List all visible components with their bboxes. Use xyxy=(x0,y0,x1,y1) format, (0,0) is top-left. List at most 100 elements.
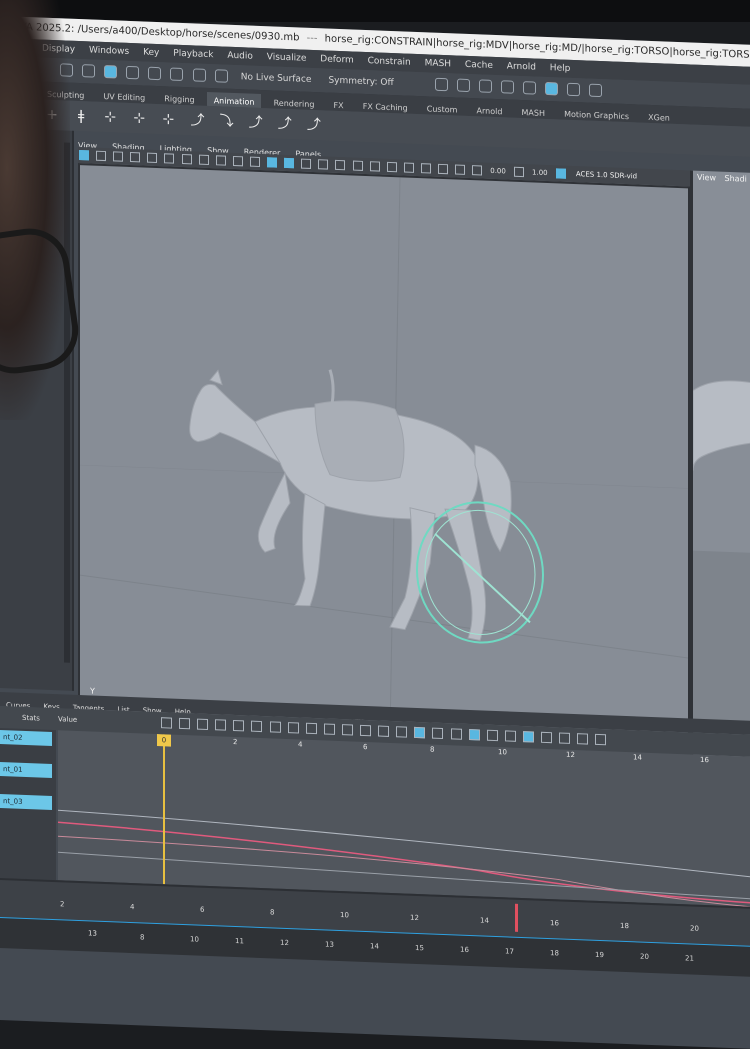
ghost-icon[interactable]: ⤵ xyxy=(218,112,236,131)
menu-deform[interactable]: Deform xyxy=(320,50,353,69)
post-infinity-icon[interactable] xyxy=(559,732,571,744)
menu-key[interactable]: Key xyxy=(143,43,159,62)
outliner-item-nt-03[interactable]: nt_03 xyxy=(0,794,52,810)
free-weight-icon[interactable] xyxy=(486,729,498,742)
set-key-scale-icon[interactable]: ⊹ xyxy=(159,110,177,129)
menu-windows[interactable]: Windows xyxy=(89,41,129,61)
menu-arnold[interactable]: Arnold xyxy=(507,57,536,76)
break-tangent-icon[interactable] xyxy=(450,728,462,740)
dope-sheet-icon[interactable] xyxy=(577,733,589,745)
move-key-icon[interactable] xyxy=(161,717,172,729)
trax-editor-icon[interactable] xyxy=(595,733,607,746)
motion-trail-icon[interactable]: ⤴ xyxy=(188,111,206,130)
safe-action-icon[interactable] xyxy=(232,155,243,167)
outliner-item-spacer-2[interactable] xyxy=(0,778,52,794)
trax-icon[interactable]: ⤴ xyxy=(305,116,323,135)
grid-icon[interactable] xyxy=(147,152,158,164)
xray-icon[interactable] xyxy=(437,163,448,175)
wireframe-icon[interactable] xyxy=(249,156,260,167)
light-editor-icon[interactable] xyxy=(567,82,581,97)
retime-tool-icon[interactable] xyxy=(233,719,245,732)
resolution-gate-icon[interactable] xyxy=(181,153,192,165)
render-icon[interactable] xyxy=(434,77,448,92)
gamma-icon[interactable] xyxy=(513,166,524,178)
menu-audio[interactable]: Audio xyxy=(227,47,253,66)
snap-grid-icon[interactable] xyxy=(126,65,140,80)
anti-alias-icon[interactable] xyxy=(386,161,397,173)
motion-path-icon[interactable]: ⤴ xyxy=(276,115,294,134)
normalize-icon[interactable] xyxy=(522,731,534,743)
camera-select-icon[interactable] xyxy=(79,150,89,161)
magnet-icon[interactable] xyxy=(214,69,228,83)
buffer-curve-icon[interactable] xyxy=(432,727,444,740)
linear-tangent-icon[interactable] xyxy=(360,724,372,737)
depth-of-field-icon[interactable] xyxy=(403,162,414,173)
horse-model[interactable] xyxy=(189,364,512,642)
curve-translate-y[interactable] xyxy=(58,809,750,878)
ambient-occlusion-icon[interactable] xyxy=(352,160,363,171)
pause-icon[interactable] xyxy=(589,83,603,98)
set-key-translate-icon[interactable]: ⊹ xyxy=(101,108,119,127)
perspective-viewport[interactable]: persp Y xyxy=(78,162,690,743)
shadows-icon[interactable] xyxy=(335,159,346,171)
exposure-value[interactable]: 0.00 xyxy=(490,163,506,180)
plateau-tangent-icon[interactable] xyxy=(414,726,426,739)
menu-constrain[interactable]: Constrain xyxy=(368,52,411,72)
lasso-tool-icon[interactable] xyxy=(82,64,96,78)
insert-key-icon[interactable] xyxy=(179,717,191,730)
wireframe-on-shaded-icon[interactable] xyxy=(284,157,295,169)
motion-blur-icon[interactable] xyxy=(369,161,380,172)
set-breakdown-icon[interactable]: ǂ xyxy=(72,107,90,126)
graph-editor-canvas[interactable]: 2 4 6 8 10 12 14 16 0 xyxy=(58,730,750,907)
arnold-render-icon[interactable] xyxy=(545,81,559,96)
time-slider-playhead[interactable] xyxy=(515,903,518,932)
textured-icon[interactable] xyxy=(301,158,312,169)
menu-help[interactable]: Help xyxy=(550,59,571,78)
frame-all-icon[interactable] xyxy=(251,720,263,733)
frame-playback-icon[interactable] xyxy=(269,721,281,733)
color-management-icon[interactable] xyxy=(555,168,566,179)
field-chart-icon[interactable] xyxy=(215,155,226,166)
menu-mash[interactable]: MASH xyxy=(425,54,451,73)
auto-tangent-icon[interactable] xyxy=(305,722,317,735)
flat-tangent-icon[interactable] xyxy=(378,725,390,737)
path-animation-icon[interactable]: ⤴ xyxy=(247,113,265,132)
gamma-value[interactable]: 1.00 xyxy=(532,164,548,181)
pre-infinity-icon[interactable] xyxy=(540,731,552,744)
bookmark-icon[interactable] xyxy=(113,151,124,162)
outliner-item-nt-02[interactable]: nt_02 xyxy=(0,730,52,746)
xray-joints-icon[interactable] xyxy=(455,164,466,175)
side-viewport[interactable]: View Shadi xyxy=(690,170,750,773)
paint-select-icon[interactable] xyxy=(104,65,118,79)
ipr-render-icon[interactable] xyxy=(456,78,470,93)
outliner-item-nt-01[interactable]: nt_01 xyxy=(0,762,52,778)
unify-tangent-icon[interactable] xyxy=(468,729,480,741)
exposure-icon[interactable] xyxy=(472,165,483,176)
camera-attributes-icon[interactable] xyxy=(96,150,107,162)
symmetry-label[interactable]: Symmetry: Off xyxy=(328,69,393,96)
outliner-item-spacer[interactable] xyxy=(0,746,52,762)
image-plane-icon[interactable] xyxy=(130,152,141,163)
hypershade-icon[interactable] xyxy=(501,80,515,94)
render-view-icon[interactable] xyxy=(523,81,537,95)
film-gate-icon[interactable] xyxy=(164,153,175,164)
gate-mask-icon[interactable] xyxy=(198,154,209,166)
region-tool-icon[interactable] xyxy=(215,719,227,731)
clamped-tangent-icon[interactable] xyxy=(341,724,353,736)
menu-cache[interactable]: Cache xyxy=(465,56,493,75)
menu-visualize[interactable]: Visualize xyxy=(267,48,307,68)
set-key-rotate-icon[interactable]: ⊹ xyxy=(130,109,148,128)
isolate-select-icon[interactable] xyxy=(420,163,431,174)
step-tangent-icon[interactable] xyxy=(396,726,408,738)
spline-tangent-icon[interactable] xyxy=(323,723,335,735)
menu-playback[interactable]: Playback xyxy=(173,45,213,65)
render-settings-icon[interactable] xyxy=(478,79,492,93)
snap-view-icon[interactable] xyxy=(192,68,206,82)
range-start-field[interactable]: 13 xyxy=(88,929,97,937)
center-current-icon[interactable] xyxy=(287,722,299,734)
snap-point-icon[interactable] xyxy=(170,67,184,82)
lattice-deform-icon[interactable] xyxy=(197,718,209,730)
live-surface-label[interactable]: No Live Surface xyxy=(241,65,312,92)
graph-current-time-line[interactable] xyxy=(163,734,165,885)
snap-curve-icon[interactable] xyxy=(148,66,162,81)
